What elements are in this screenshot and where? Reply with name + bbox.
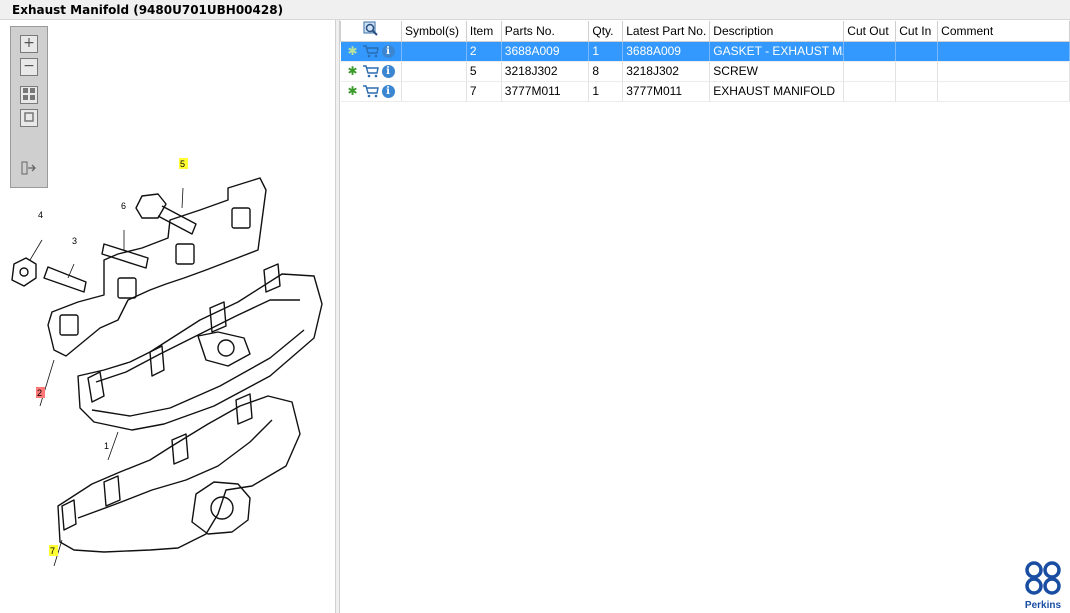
cart-icon[interactable] (362, 64, 380, 78)
gasket-outline (47, 177, 267, 357)
cell-item: 5 (466, 61, 502, 82)
cell-comment (937, 81, 1070, 102)
perkins-logo: Perkins (1020, 559, 1066, 611)
exploded-diagram[interactable]: 5 4 6 3 2 1 7 (0, 20, 336, 613)
cart-icon[interactable] (362, 44, 380, 58)
cell-qty: 8 (588, 61, 624, 82)
cell-description: EXHAUST MANIFOLD (709, 81, 845, 102)
row-actions: ✱ i (340, 41, 402, 62)
actual-size-icon[interactable] (20, 109, 38, 127)
search-magnifier-icon[interactable] (363, 21, 379, 37)
cell-cut-out (843, 81, 897, 102)
zoom-in-icon[interactable]: + (20, 35, 38, 53)
column-header-latest-part-no[interactable]: Latest Part No. (622, 21, 711, 42)
cell-qty: 1 (588, 81, 624, 102)
callout-6[interactable]: 6 (121, 201, 126, 211)
callout-1[interactable]: 1 (104, 441, 109, 451)
column-header-parts-no[interactable]: Parts No. (500, 21, 590, 42)
cell-cut-in (895, 41, 939, 62)
table-row[interactable]: ✱ i 2 3688A009 1 3688A009 GASKET - EXHAU… (340, 41, 1070, 62)
export-icon[interactable] (20, 160, 38, 178)
cell-latest-part-no: 3688A009 (622, 41, 711, 62)
manifold-upper-outline (77, 273, 323, 431)
info-icon[interactable]: i (381, 44, 395, 58)
column-header-description[interactable]: Description (709, 21, 845, 42)
zoom-out-icon[interactable]: − (20, 58, 38, 76)
cell-latest-part-no: 3777M011 (622, 81, 711, 102)
cell-symbols (401, 81, 467, 102)
callout-3[interactable]: 3 (72, 236, 77, 246)
cell-cut-in (895, 81, 939, 102)
row-actions: ✱ i (340, 81, 402, 102)
gear-icon[interactable]: ✱ (348, 85, 360, 97)
gear-icon[interactable]: ✱ (348, 65, 360, 77)
flange (191, 481, 251, 535)
cell-parts-no: 3688A009 (501, 41, 590, 62)
cell-description: GASKET - EXHAUST MANIF (709, 41, 845, 62)
cell-comment (937, 61, 1070, 82)
stud-3 (43, 266, 87, 293)
zoom-toolbar: + − (10, 26, 48, 188)
window-titlebar: Exhaust Manifold (9480U701UBH00428) (0, 0, 1070, 20)
callout-4[interactable]: 4 (38, 210, 43, 220)
table-header-row: Symbol(s) Item Parts No. Qty. Latest Par… (340, 21, 1070, 42)
column-header-symbols[interactable]: Symbol(s) (400, 21, 467, 42)
callout-5[interactable]: 5 (180, 159, 185, 169)
info-icon[interactable]: i (381, 64, 395, 78)
nut-4 (11, 257, 37, 287)
perkins-logo-mark (1025, 561, 1061, 595)
info-icon[interactable]: i (381, 84, 395, 98)
cell-parts-no: 3777M011 (501, 81, 590, 102)
cell-symbols (401, 61, 467, 82)
column-header-qty[interactable]: Qty. (588, 21, 624, 42)
fit-to-window-icon[interactable] (20, 86, 38, 104)
cell-symbols (401, 41, 467, 62)
column-header-search[interactable] (340, 21, 402, 42)
cart-icon[interactable] (362, 84, 380, 98)
cell-parts-no: 3218J302 (501, 61, 590, 82)
cell-cut-out (843, 41, 897, 62)
illustration-pane[interactable]: 5 4 6 3 2 1 7 + − (0, 20, 336, 613)
row-actions: ✱ i (340, 61, 402, 82)
cell-cut-out (843, 61, 897, 82)
cell-latest-part-no: 3218J302 (622, 61, 711, 82)
cell-item: 2 (466, 41, 502, 62)
table-row[interactable]: ✱ i 5 3218J302 8 3218J302 SCREW (340, 61, 1070, 82)
gear-icon[interactable]: ✱ (348, 45, 360, 57)
column-header-item[interactable]: Item (465, 21, 502, 42)
cell-comment (937, 41, 1070, 62)
parts-list-pane: Symbol(s) Item Parts No. Qty. Latest Par… (340, 20, 1070, 613)
manifold-lower-outline (57, 395, 301, 553)
cell-description: SCREW (709, 61, 845, 82)
bolt-5 (135, 193, 167, 219)
callout-2[interactable]: 2 (37, 388, 42, 398)
cell-qty: 1 (588, 41, 624, 62)
perkins-logo-text: Perkins (1024, 600, 1062, 611)
column-header-cut-in[interactable]: Cut In (895, 21, 939, 42)
table-row[interactable]: ✱ i 7 3777M011 1 3777M011 EXHAUST MANIFO… (340, 81, 1070, 102)
column-header-comment[interactable]: Comment (937, 21, 1070, 42)
callout-7[interactable]: 7 (50, 546, 55, 556)
parts-table: Symbol(s) Item Parts No. Qty. Latest Par… (340, 21, 1070, 102)
column-header-cut-out[interactable]: Cut Out (843, 21, 897, 42)
cell-item: 7 (466, 81, 502, 102)
cell-cut-in (895, 61, 939, 82)
window-title: Exhaust Manifold (9480U701UBH00428) (12, 3, 284, 17)
